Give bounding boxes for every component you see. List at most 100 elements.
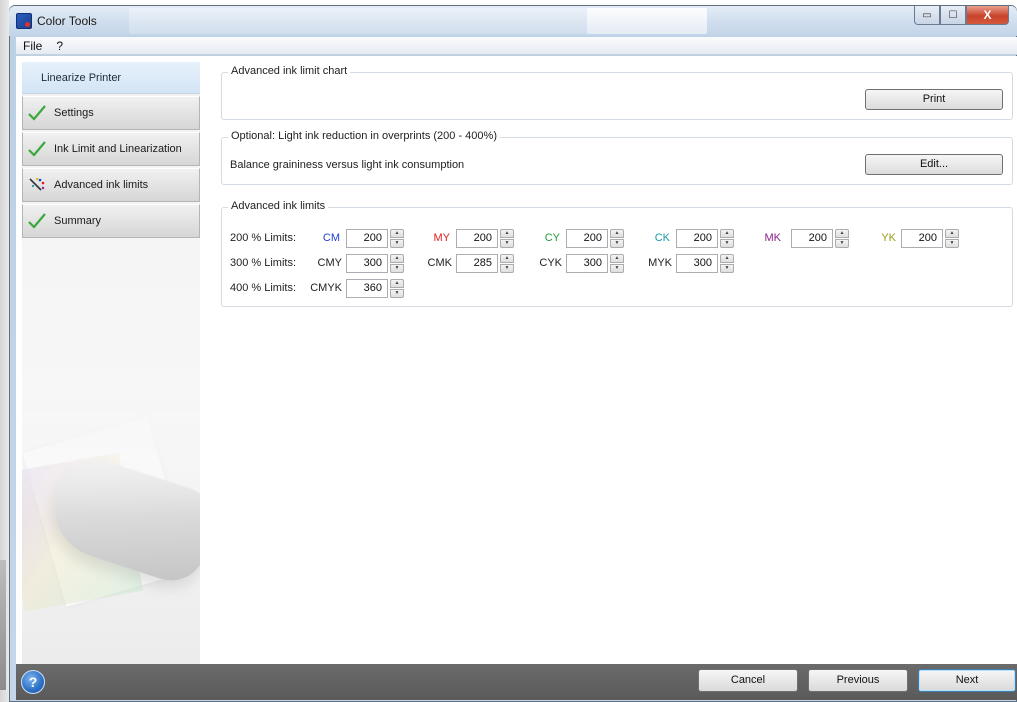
sidebar-item-ink-limit-linearization[interactable]: Ink Limit and Linearization	[22, 132, 200, 166]
ink-label-cmk: CMK	[427, 257, 452, 269]
spin-down-icon[interactable]: ▼	[500, 264, 514, 273]
spin-down-icon[interactable]: ▼	[720, 239, 734, 248]
spin-up-icon[interactable]: ▲	[945, 229, 959, 238]
ink-label-ck: CK	[654, 232, 670, 244]
yk-limit-stepper[interactable]: 200 ▲ ▼	[901, 229, 959, 248]
ink-label-cyk: CYK	[539, 257, 562, 269]
spin-down-icon[interactable]: ▼	[945, 239, 959, 248]
cyk-limit-input[interactable]: 300	[566, 254, 608, 273]
print-button[interactable]: Print	[865, 89, 1003, 110]
sidebar-item-advanced-ink-limits[interactable]: Advanced ink limits	[22, 168, 200, 202]
group-title: Advanced ink limits	[228, 200, 329, 212]
cyk-limit-stepper[interactable]: 300 ▲ ▼	[566, 254, 624, 273]
wizard-footer: ? Cancel Previous Next	[16, 664, 1017, 700]
ink-label-cy: CY	[544, 232, 560, 244]
minimize-icon: ▭	[922, 9, 932, 21]
color-tools-app-icon	[16, 13, 32, 29]
cmyk-limit-stepper[interactable]: 360 ▲ ▼	[346, 279, 404, 298]
wizard-sidebar: Linearize Printer Settings Ink Limit and…	[22, 62, 200, 664]
ink-label-my: MY	[433, 232, 451, 244]
help-icon[interactable]: ?	[21, 670, 45, 694]
spin-up-icon[interactable]: ▲	[390, 254, 404, 263]
spin-up-icon[interactable]: ▲	[390, 229, 404, 238]
spin-down-icon[interactable]: ▼	[610, 239, 624, 248]
menu-file[interactable]: File	[16, 39, 49, 53]
advanced-ink-limits-group: Advanced ink limits 200 % Limits: CM 200…	[221, 200, 1013, 307]
spin-up-icon[interactable]: ▲	[610, 254, 624, 263]
maximize-button[interactable]: ☐	[940, 6, 966, 25]
spin-up-icon[interactable]: ▲	[835, 229, 849, 238]
sidebar-item-label: Advanced ink limits	[54, 179, 149, 191]
sidebar-item-label: Settings	[54, 107, 94, 119]
my-limit-stepper[interactable]: 200 ▲ ▼	[456, 229, 514, 248]
ink-label-cmyk: CMYK	[310, 282, 342, 294]
spin-down-icon[interactable]: ▼	[500, 239, 514, 248]
green-checkmark-icon	[27, 211, 47, 231]
cmy-limit-stepper[interactable]: 300 ▲ ▼	[346, 254, 404, 273]
ink-limit-chart-group: Advanced ink limit chart Print	[221, 65, 1013, 120]
spin-down-icon[interactable]: ▼	[835, 239, 849, 248]
spin-up-icon[interactable]: ▲	[500, 229, 514, 238]
ink-dots-wand-icon	[27, 175, 47, 195]
myk-limit-stepper[interactable]: 300 ▲ ▼	[676, 254, 734, 273]
spin-up-icon[interactable]: ▲	[720, 254, 734, 263]
spin-down-icon[interactable]: ▼	[720, 264, 734, 273]
ck-limit-stepper[interactable]: 200 ▲ ▼	[676, 229, 734, 248]
spin-up-icon[interactable]: ▲	[610, 229, 624, 238]
sidebar-item-label: Summary	[54, 215, 102, 227]
sidebar-item-settings[interactable]: Settings	[22, 96, 200, 130]
limits-200-label: 200 % Limits:	[230, 232, 297, 244]
light-ink-description: Balance graininess versus light ink cons…	[230, 159, 465, 171]
menu-help[interactable]: ?	[49, 39, 70, 53]
limits-300-label: 300 % Limits:	[230, 257, 297, 269]
cancel-button[interactable]: Cancel	[698, 669, 798, 692]
yk-limit-input[interactable]: 200	[901, 229, 943, 248]
spin-up-icon[interactable]: ▲	[390, 279, 404, 288]
spin-up-icon[interactable]: ▲	[500, 254, 514, 263]
green-checkmark-icon	[27, 103, 47, 123]
minimize-button[interactable]: ▭	[914, 6, 940, 25]
sidebar-item-label: Ink Limit and Linearization	[54, 143, 182, 155]
ink-label-mk: MK	[764, 232, 782, 244]
client-area: Linearize Printer Settings Ink Limit and…	[16, 56, 1017, 664]
cy-limit-input[interactable]: 200	[566, 229, 608, 248]
cm-limit-stepper[interactable]: 200 ▲ ▼	[346, 229, 404, 248]
group-title: Optional: Light ink reduction in overpri…	[228, 130, 500, 142]
green-checkmark-icon	[27, 139, 47, 159]
previous-button[interactable]: Previous	[808, 669, 908, 692]
myk-limit-input[interactable]: 300	[676, 254, 718, 273]
cmk-limit-stepper[interactable]: 285 ▲ ▼	[456, 254, 514, 273]
edit-button[interactable]: Edit...	[865, 154, 1003, 175]
mk-limit-input[interactable]: 200	[791, 229, 833, 248]
close-icon: X	[983, 8, 992, 22]
spin-down-icon[interactable]: ▼	[390, 289, 404, 298]
menu-bar: File ?	[16, 37, 1017, 55]
sidebar-header: Linearize Printer	[22, 62, 200, 94]
mk-limit-stepper[interactable]: 200 ▲ ▼	[791, 229, 849, 248]
limits-400-label: 400 % Limits:	[230, 282, 297, 294]
window-title: Color Tools	[37, 14, 97, 28]
cmk-limit-input[interactable]: 285	[456, 254, 498, 273]
group-title: Advanced ink limit chart	[228, 65, 351, 77]
cmyk-limit-input[interactable]: 360	[346, 279, 388, 298]
sidebar-item-summary[interactable]: Summary	[22, 204, 200, 238]
title-bar: Color Tools ▭ ☐ X	[9, 6, 1017, 36]
cy-limit-stepper[interactable]: 200 ▲ ▼	[566, 229, 624, 248]
next-button[interactable]: Next	[918, 669, 1016, 692]
ink-label-cmy: CMY	[317, 257, 342, 269]
my-limit-input[interactable]: 200	[456, 229, 498, 248]
cmy-limit-input[interactable]: 300	[346, 254, 388, 273]
desktop-edge	[0, 0, 9, 702]
ink-label-yk: YK	[881, 232, 896, 244]
ink-label-myk: MYK	[648, 257, 672, 269]
spin-down-icon[interactable]: ▼	[390, 239, 404, 248]
cm-limit-input[interactable]: 200	[346, 229, 388, 248]
sidebar-decorative-image	[22, 412, 200, 664]
spin-down-icon[interactable]: ▼	[390, 264, 404, 273]
spin-down-icon[interactable]: ▼	[610, 264, 624, 273]
spin-up-icon[interactable]: ▲	[720, 229, 734, 238]
close-button[interactable]: X	[966, 6, 1009, 25]
light-ink-reduction-group: Optional: Light ink reduction in overpri…	[221, 130, 1013, 185]
ck-limit-input[interactable]: 200	[676, 229, 718, 248]
maximize-icon: ☐	[948, 9, 958, 21]
